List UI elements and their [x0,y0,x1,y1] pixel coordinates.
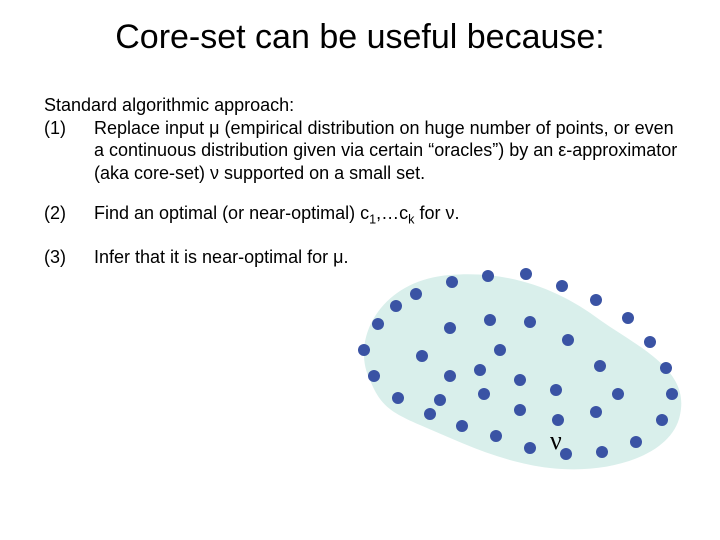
dot [612,388,624,400]
dot [474,364,486,376]
dot [446,276,458,288]
dot [520,268,532,280]
dot [550,384,562,396]
item-1-num: (1) [44,117,94,140]
slide-title: Core-set can be useful because: [0,18,720,57]
dot [478,388,490,400]
dot [594,360,606,372]
item-2-num: (2) [44,202,94,225]
dot [368,370,380,382]
dot [514,404,526,416]
dot [630,436,642,448]
dot [660,362,672,374]
item-2: (2) Find an optimal (or near-optimal) c1… [44,202,684,228]
dot [552,414,564,426]
nu-label: ν [550,426,562,456]
dot [622,312,634,324]
dot [358,344,370,356]
dot [392,392,404,404]
dot [596,446,608,458]
dot [482,270,494,282]
dot [590,294,602,306]
dot [494,344,506,356]
dot [590,406,602,418]
dot [434,394,446,406]
dot [556,280,568,292]
dot [410,288,422,300]
dot [656,414,668,426]
dot [524,442,536,454]
dot [444,370,456,382]
dot [490,430,502,442]
dot [644,336,656,348]
dot [456,420,468,432]
item-1-text: Replace input μ (empirical distribution … [94,117,684,185]
dot [372,318,384,330]
dot [390,300,402,312]
dot [484,314,496,326]
item-1: (1) Replace input μ (empirical distribut… [44,117,684,185]
intro-line: Standard algorithmic approach: [44,94,684,117]
dot [524,316,536,328]
coreset-illustration [300,230,700,510]
item-2-text: Find an optimal (or near-optimal) c1,…ck… [94,202,684,228]
dot [424,408,436,420]
item-3-num: (3) [44,246,94,269]
dot [416,350,428,362]
dot [666,388,678,400]
dot [444,322,456,334]
dot [562,334,574,346]
dot [514,374,526,386]
